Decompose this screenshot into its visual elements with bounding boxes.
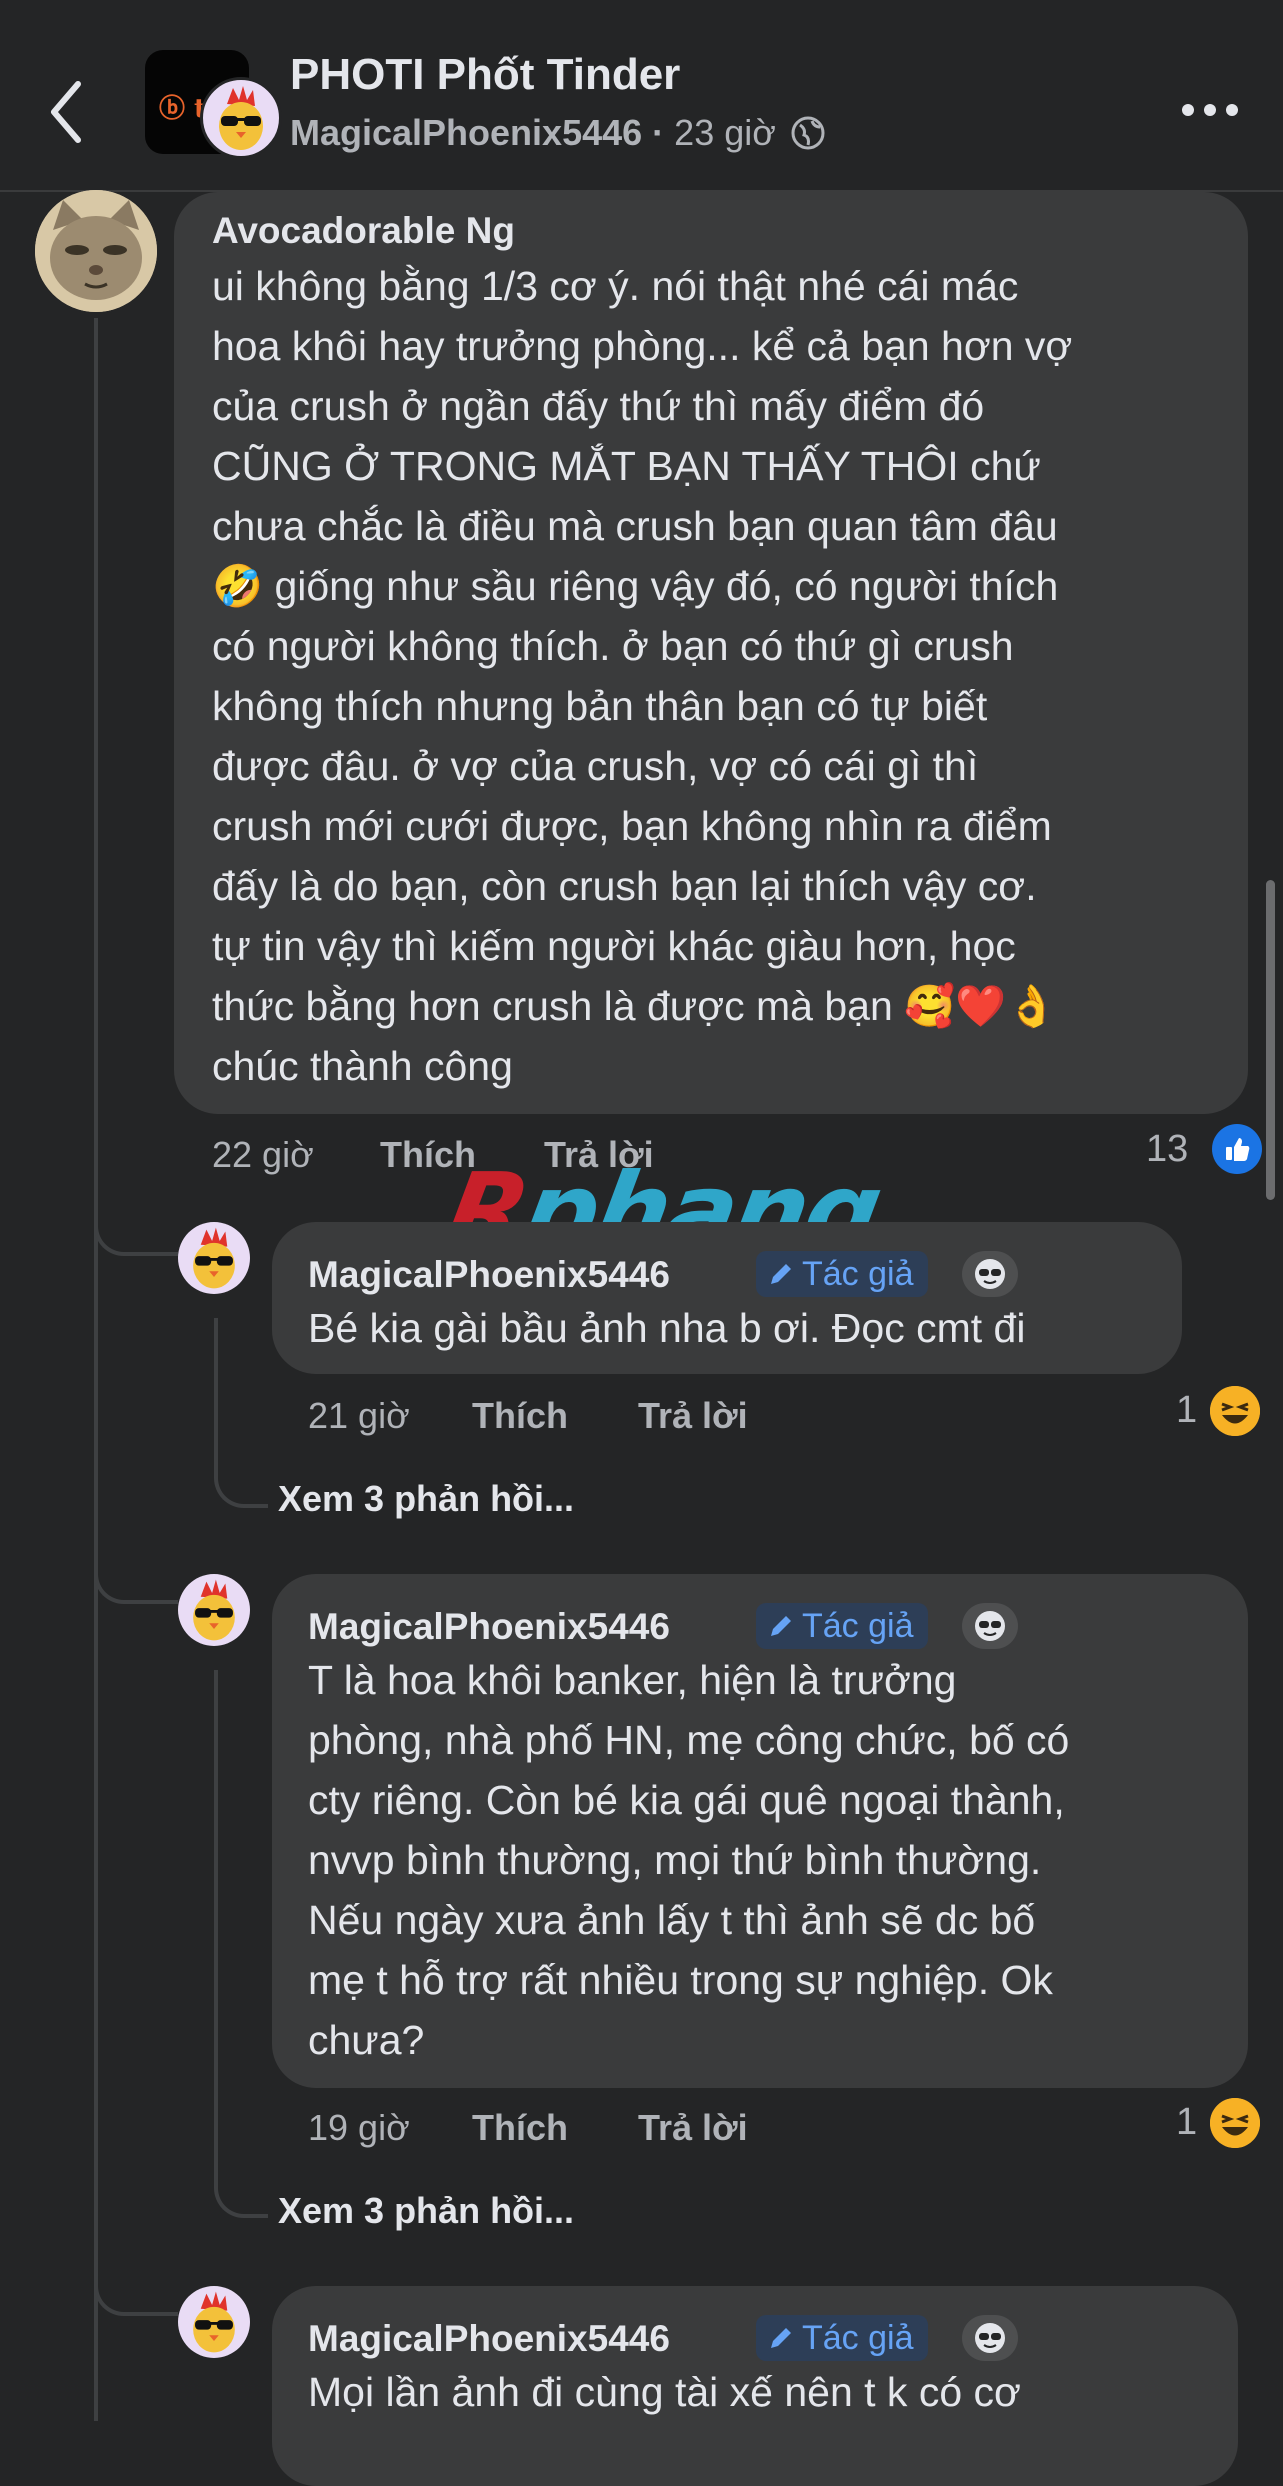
haha-icon[interactable] — [1210, 1386, 1260, 1436]
thread-connector-2 — [94, 1530, 178, 1604]
post-header: ⓑ tin PHOTI Phốt Tinder MagicalPhoenix54… — [0, 0, 1283, 192]
sunglasses-icon — [975, 2323, 1005, 2353]
phoenix-avatar-icon — [193, 1227, 235, 1289]
reaction-count[interactable]: 13 — [1146, 1128, 1188, 1171]
reply-button[interactable]: Trả lời — [638, 1395, 748, 1437]
pencil-icon — [771, 2328, 791, 2348]
author-badge: Tác giả — [756, 1251, 928, 1297]
laughing-face-icon — [1210, 1386, 1260, 1436]
poster-name[interactable]: MagicalPhoenix5446 — [290, 112, 642, 154]
like-icon[interactable] — [1212, 1124, 1262, 1174]
reply-connector-2 — [214, 1670, 268, 2218]
reaction-count[interactable]: 1 — [1176, 2101, 1197, 2144]
mod-badge — [962, 1251, 1018, 1297]
comment-text: Bé kia gài bầu ảnh nha b ơi. Đọc cmt đi — [308, 1305, 1026, 1351]
more-horizontal-icon — [1182, 104, 1238, 116]
author-badge: Tác giả — [756, 1603, 928, 1649]
sunglasses-icon — [975, 1259, 1005, 1289]
phoenix-avatar-icon — [193, 1579, 235, 1641]
like-button[interactable]: Thích — [472, 1395, 568, 1437]
meta-separator: · — [652, 112, 665, 153]
group-name[interactable]: PHOTI Phốt Tinder — [290, 50, 680, 100]
phoenix-avatar-icon — [193, 2291, 235, 2353]
thread-line-main — [94, 318, 98, 2421]
view-replies-link[interactable]: Xem 3 phản hồi... — [278, 2190, 574, 2232]
reply-connector-1 — [214, 1318, 268, 1508]
post-time[interactable]: 23 giờ — [674, 112, 776, 154]
pencil-icon — [771, 1616, 791, 1636]
comment-actions: 19 giờ Thích Trả lời — [308, 2107, 808, 2151]
comment-author[interactable]: MagicalPhoenix5446 — [308, 1254, 670, 1296]
commenter-avatar[interactable] — [35, 190, 157, 312]
back-button[interactable] — [38, 72, 98, 152]
scrollbar-thumb[interactable] — [1266, 880, 1275, 1200]
comment-text: T là hoa khôi banker, hiện là trưởng phò… — [308, 1657, 1070, 2063]
haha-icon[interactable] — [1210, 2098, 1260, 2148]
commenter-avatar[interactable] — [178, 2286, 250, 2358]
comment-actions: 21 giờ Thích Trả lời — [308, 1395, 808, 1439]
comment-time[interactable]: 22 giờ — [212, 1134, 314, 1176]
view-replies-link[interactable]: Xem 3 phản hồi... — [278, 1478, 574, 1520]
phoenix-avatar-icon — [219, 86, 263, 150]
reply-button[interactable]: Trả lời — [638, 2107, 748, 2149]
comment-time[interactable]: 19 giờ — [308, 2107, 410, 2149]
globe-icon — [791, 116, 825, 150]
poster-avatar[interactable] — [200, 77, 282, 159]
thumbs-up-icon — [1226, 1138, 1250, 1161]
commenter-avatar[interactable] — [178, 1222, 250, 1294]
sunglasses-icon — [975, 1611, 1005, 1641]
mod-badge — [962, 1603, 1018, 1649]
chevron-left-icon — [51, 81, 81, 143]
post-meta: MagicalPhoenix5446 · 23 giờ — [290, 112, 826, 154]
author-badge-label: Tác giả — [802, 2318, 914, 2357]
thread-connector-3 — [94, 2240, 178, 2316]
comment-time[interactable]: 21 giờ — [308, 1395, 410, 1437]
reaction-count[interactable]: 1 — [1176, 1389, 1197, 1432]
cat-avatar-icon — [35, 190, 157, 312]
pencil-icon — [771, 1264, 791, 1284]
mod-badge — [962, 2315, 1018, 2361]
like-button[interactable]: Thích — [472, 2107, 568, 2149]
comment-text: ui không bằng 1/3 cơ ý. nói thật nhé cái… — [212, 263, 1073, 1089]
comment-author[interactable]: MagicalPhoenix5446 — [308, 1606, 670, 1648]
laughing-face-icon — [1210, 2098, 1260, 2148]
comment-author[interactable]: Avocadorable Ng — [212, 210, 515, 252]
author-badge-label: Tác giả — [802, 1606, 914, 1645]
comment-text: Mọi lần ảnh đi cùng tài xế nên t k có cơ — [308, 2369, 1021, 2415]
author-badge: Tác giả — [756, 2315, 928, 2361]
thread-connector-1 — [94, 1180, 178, 1256]
more-options-button[interactable] — [1180, 95, 1240, 125]
author-badge-label: Tác giả — [802, 1254, 914, 1293]
commenter-avatar[interactable] — [178, 1574, 250, 1646]
comment-author[interactable]: MagicalPhoenix5446 — [308, 2318, 670, 2360]
